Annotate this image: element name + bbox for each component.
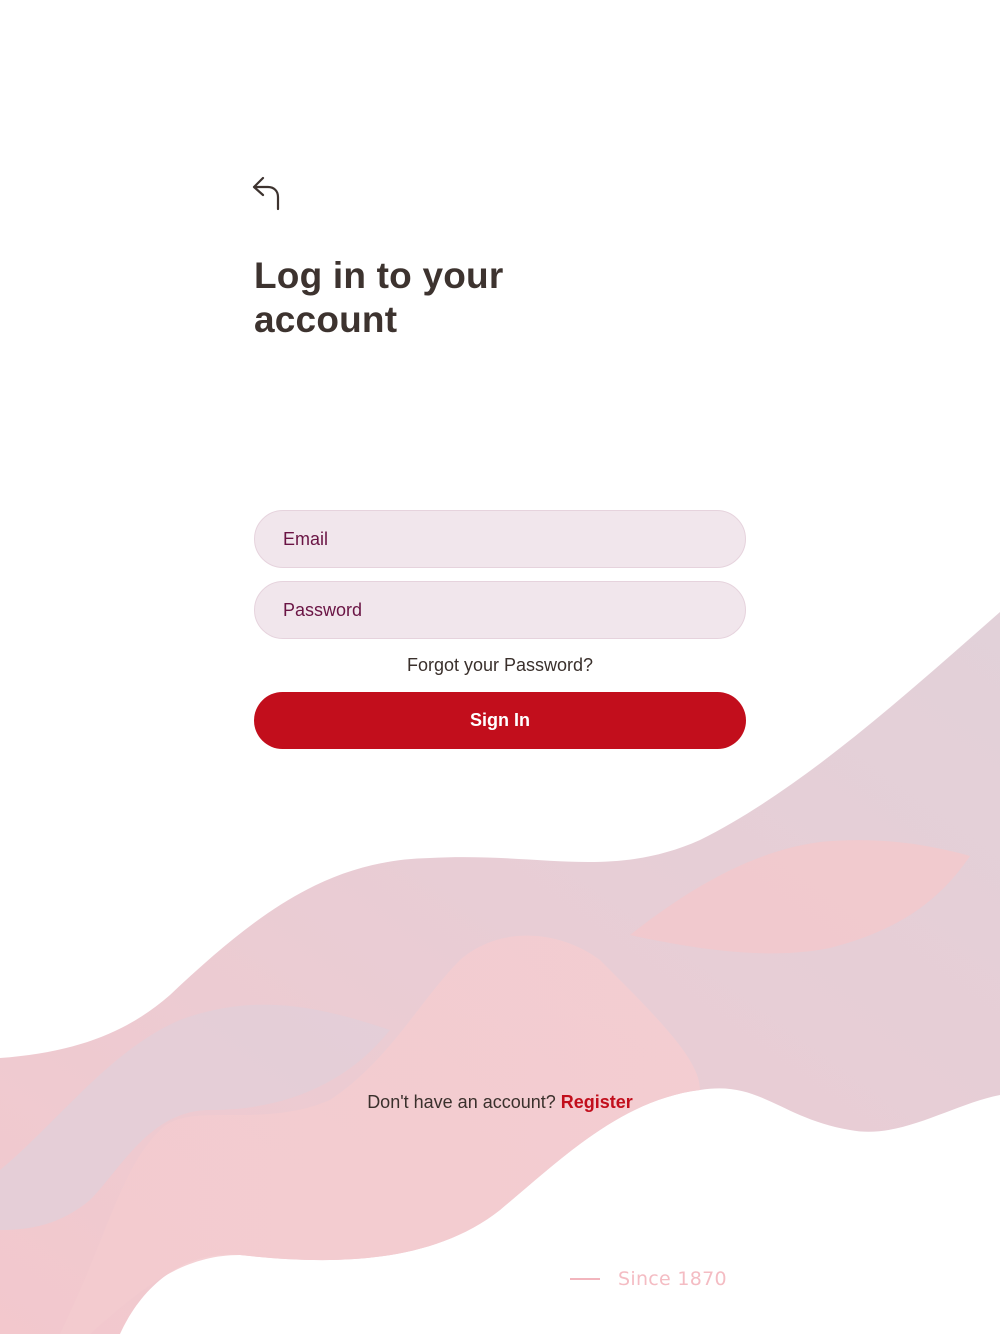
tagline-dash [570, 1278, 600, 1280]
register-row: Don't have an account? Register [0, 1092, 1000, 1113]
page-title: Log in to your account [254, 255, 504, 340]
since-label: Since 1870 [618, 1268, 727, 1290]
email-field[interactable] [254, 510, 746, 568]
back-arrow-icon [252, 176, 280, 211]
register-prompt: Don't have an account? [367, 1092, 561, 1112]
back-button[interactable] [250, 172, 286, 214]
forgot-password-link[interactable]: Forgot your Password? [254, 655, 746, 676]
login-screen: Log in to your account Forgot your Passw… [0, 0, 1000, 1334]
register-link[interactable]: Register [561, 1092, 633, 1112]
password-field[interactable] [254, 581, 746, 639]
since-tagline: Since 1870 [570, 1266, 727, 1292]
sign-in-button[interactable]: Sign In [254, 692, 746, 749]
